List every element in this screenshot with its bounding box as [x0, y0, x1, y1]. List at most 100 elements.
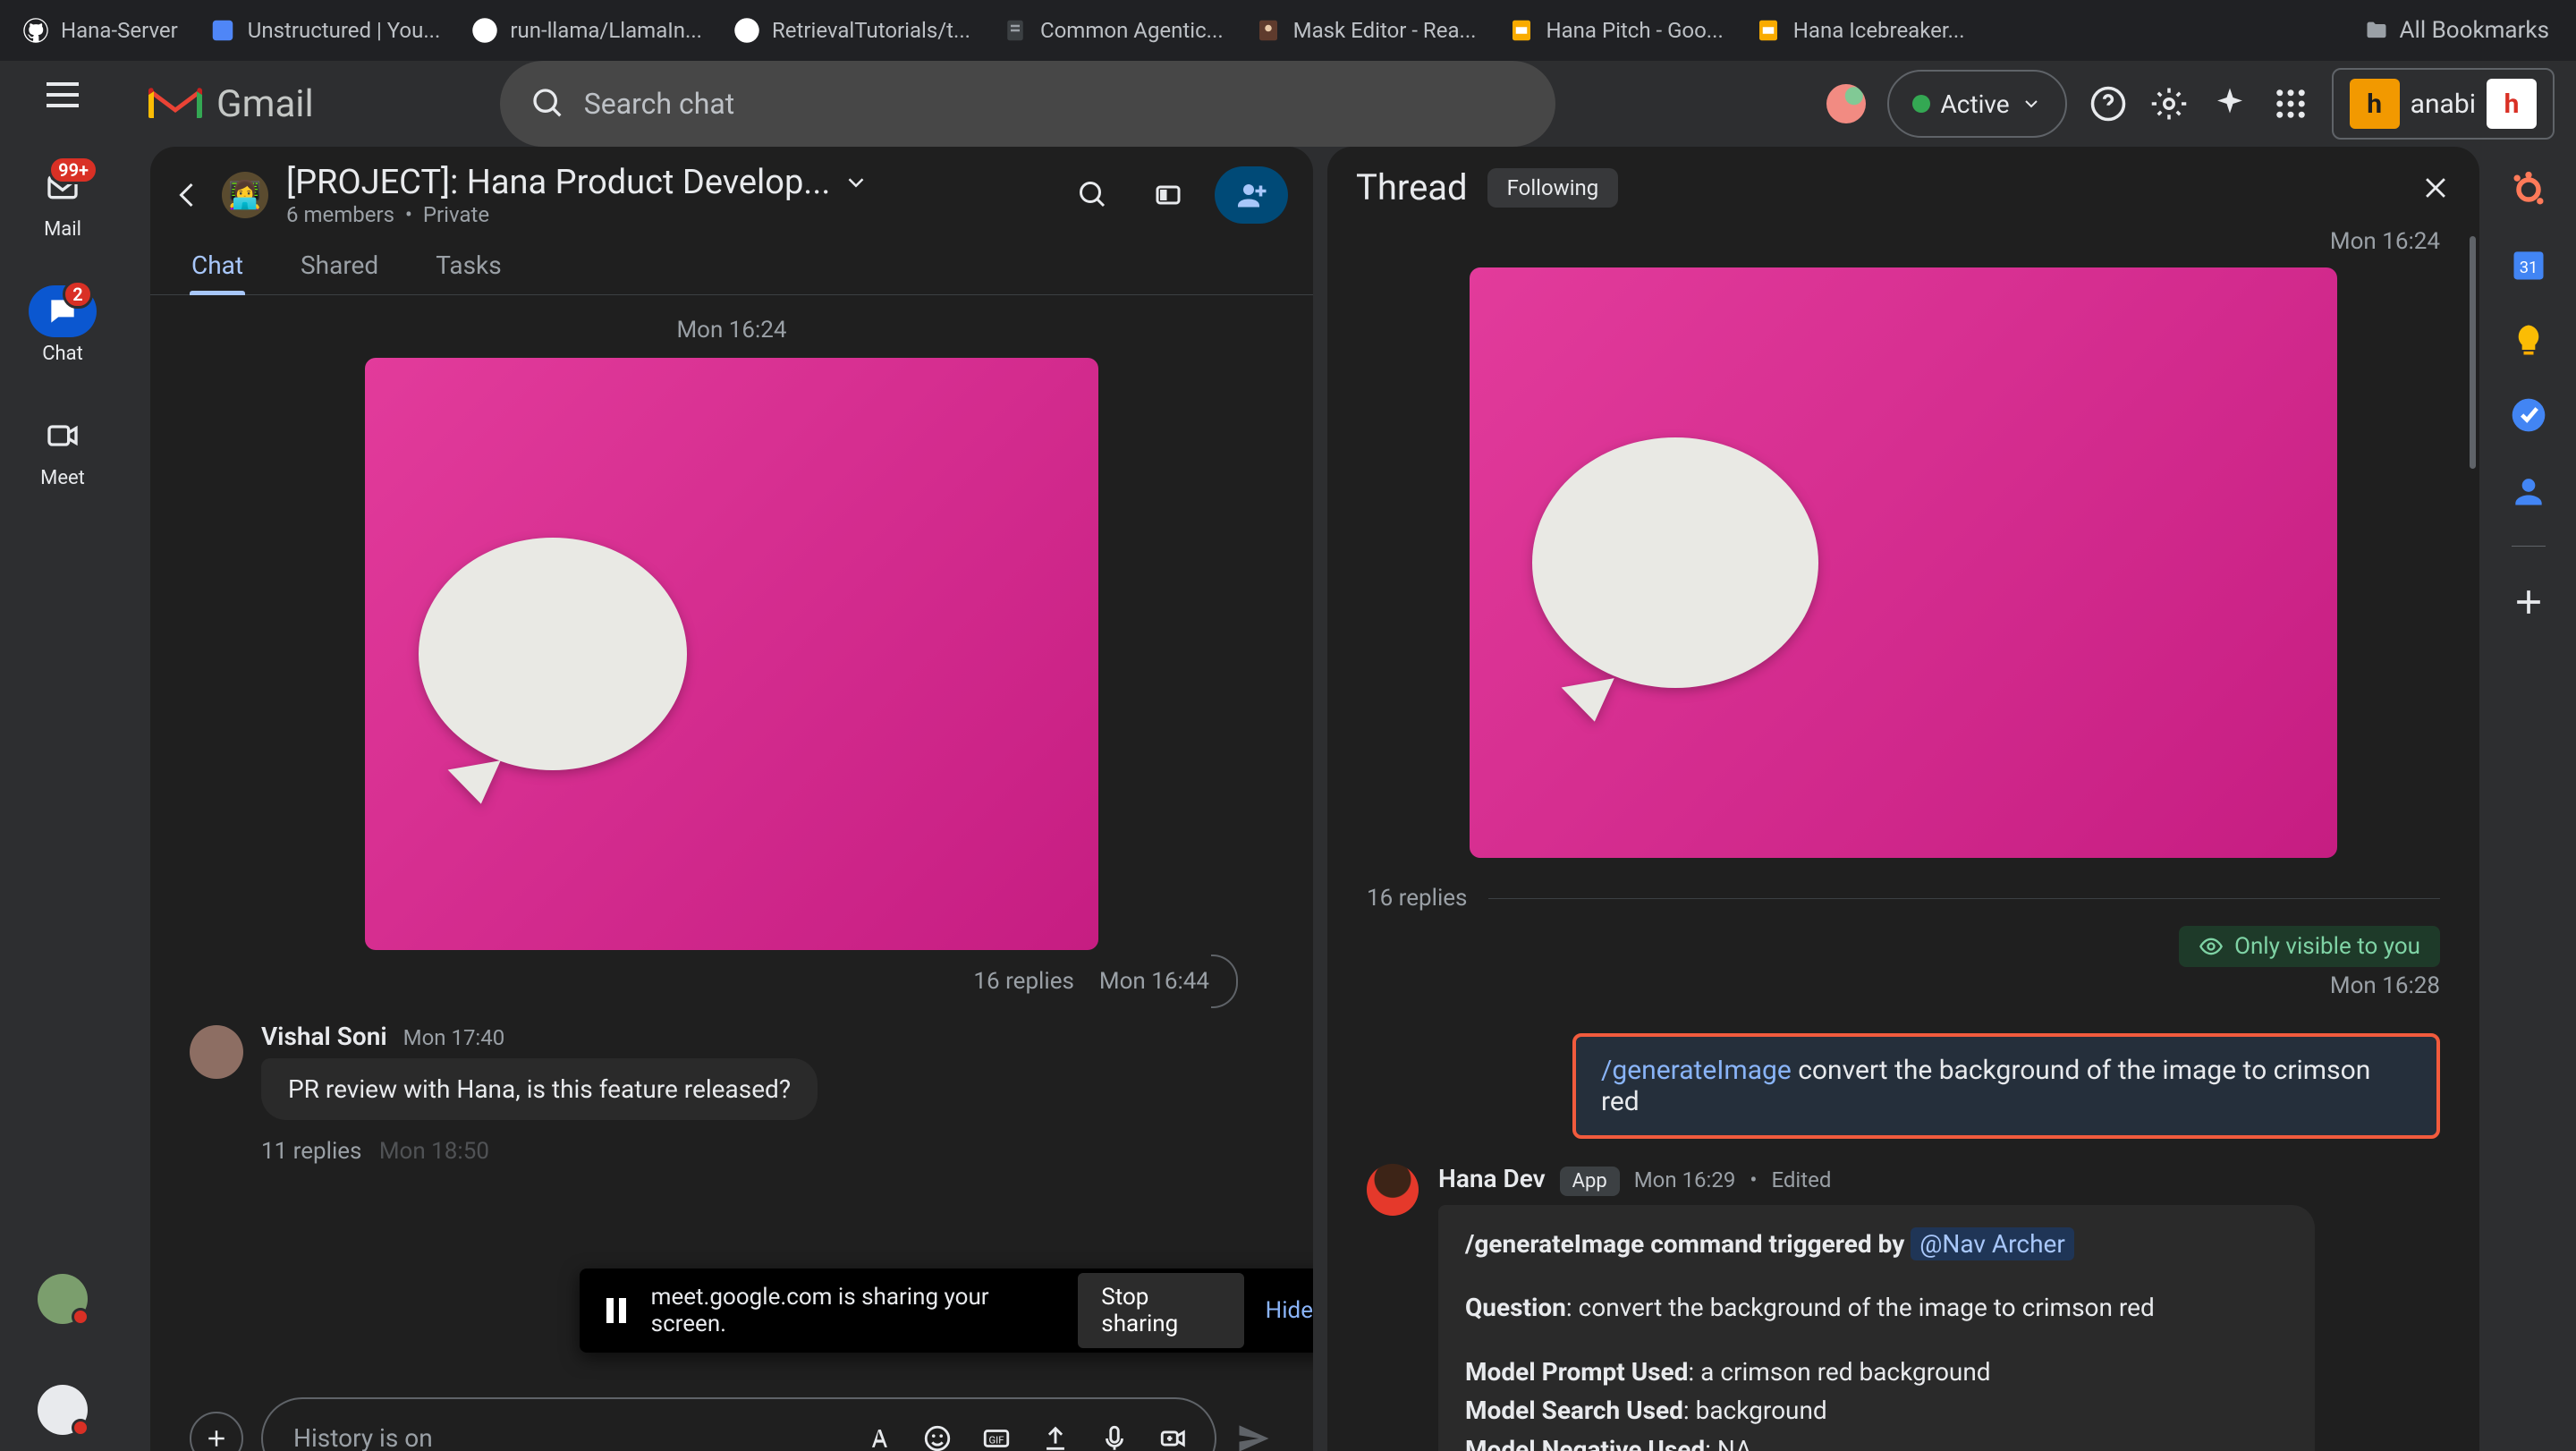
thread-panel: Thread Following Mon 16:24 16 replies	[1327, 147, 2479, 1451]
stop-sharing-button[interactable]: Stop sharing	[1078, 1273, 1243, 1348]
app-author: Hana Dev	[1438, 1164, 1546, 1193]
compose-input[interactable]: History is on GIF	[261, 1397, 1216, 1451]
account-chip[interactable]	[1826, 84, 1866, 123]
back-button[interactable]	[172, 179, 204, 211]
github-icon	[470, 16, 499, 45]
browser-tab[interactable]: Common Agentic...	[988, 7, 1236, 54]
settings-button[interactable]	[2149, 84, 2189, 123]
compose-placeholder: History is on	[293, 1423, 844, 1451]
rail-mail-label: Mail	[44, 218, 81, 241]
mention[interactable]: @Nav Archer	[1911, 1227, 2074, 1260]
mnu-label: Model Negative Used	[1465, 1435, 1705, 1451]
slides-icon	[1507, 16, 1536, 45]
browser-tab[interactable]: Unstructured | You...	[196, 7, 453, 54]
thread-reply-count: 16 replies	[1367, 885, 1467, 912]
close-thread-button[interactable]	[2420, 173, 2451, 203]
screen-share-toast: meet.google.com is sharing your screen. …	[580, 1269, 1313, 1353]
eye-icon	[2199, 934, 2224, 959]
message-author: Vishal Soni	[261, 1022, 387, 1051]
calendar-icon[interactable]: 31	[2509, 245, 2548, 284]
app-message: Hana Dev App Mon 16:29 • Edited /generat…	[1367, 1164, 2440, 1451]
gmail-brand[interactable]: Gmail	[147, 82, 314, 126]
tab-shared[interactable]: Shared	[299, 236, 380, 294]
rail-meet[interactable]: Meet	[0, 410, 125, 489]
tab-label: Hana-Server	[61, 18, 178, 43]
main-menu-button[interactable]	[41, 73, 84, 116]
video-button[interactable]	[1148, 1413, 1199, 1451]
bookmarks-label: All Bookmarks	[2400, 17, 2549, 44]
compose-add-button[interactable]	[190, 1412, 243, 1451]
search-input[interactable]	[584, 87, 1525, 121]
thread-scrollbar[interactable]	[2470, 236, 2476, 469]
browser-tab[interactable]: Hana Pitch - Goo...	[1495, 7, 1736, 54]
app-header: Gmail Active h anabi h	[125, 61, 2576, 147]
svg-text:31: 31	[2520, 259, 2538, 277]
rail-mail[interactable]: 99+ Mail	[0, 161, 125, 241]
space-title: [PROJECT]: Hana Product Develop...	[286, 163, 830, 202]
app-line1-prefix: /generateImage command triggered by	[1465, 1229, 1911, 1259]
tab-label: Common Agentic...	[1040, 18, 1224, 43]
mic-button[interactable]	[1089, 1413, 1140, 1451]
send-button[interactable]	[1234, 1419, 1274, 1451]
svg-text:GIF: GIF	[988, 1434, 1004, 1447]
space-tabs: Chat Shared Tasks	[150, 236, 1313, 295]
presence-selector[interactable]: Active	[1887, 70, 2067, 138]
pop-out-button[interactable]	[1140, 166, 1197, 224]
question-label: Question	[1465, 1293, 1566, 1322]
chevron-down-icon[interactable]	[843, 169, 869, 196]
chat-badge: 2	[63, 280, 93, 309]
keep-icon[interactable]	[2509, 320, 2548, 360]
tab-label: Unstructured | You...	[248, 18, 441, 43]
thread-title: Thread	[1356, 166, 1468, 208]
browser-tab[interactable]: Hana Icebreaker...	[1741, 7, 1978, 54]
following-badge[interactable]: Following	[1487, 168, 1619, 208]
rail-user-avatar[interactable]	[38, 1274, 88, 1324]
rail-user-avatar-alt[interactable]	[38, 1385, 88, 1435]
add-people-button[interactable]	[1215, 166, 1288, 224]
search-icon	[530, 86, 566, 122]
gif-button[interactable]: GIF	[971, 1413, 1021, 1451]
tasks-icon[interactable]	[2509, 395, 2548, 435]
all-bookmarks[interactable]: All Bookmarks	[2364, 17, 2567, 44]
thread-image[interactable]	[1470, 267, 2337, 858]
presence-dot-icon	[1912, 95, 1930, 113]
help-button[interactable]	[2089, 84, 2128, 123]
only-visible-ts: Mon 16:28	[1367, 972, 2440, 999]
tab-chat[interactable]: Chat	[190, 236, 245, 294]
reply-count[interactable]: 11 replies	[261, 1138, 361, 1165]
add-addon-button[interactable]	[2509, 582, 2548, 622]
contacts-icon[interactable]	[2509, 471, 2548, 510]
sparkle-button[interactable]	[2210, 84, 2250, 123]
pause-icon[interactable]	[606, 1298, 630, 1323]
emoji-button[interactable]	[912, 1413, 962, 1451]
tab-tasks[interactable]: Tasks	[434, 236, 504, 294]
google-apps-button[interactable]	[2271, 84, 2310, 123]
format-button[interactable]	[853, 1413, 903, 1451]
compose-row: History is on GIF	[150, 1376, 1313, 1451]
reply-count[interactable]: 16 replies	[973, 968, 1073, 995]
thread-timestamp: Mon 16:24	[1367, 228, 2440, 255]
search-bar[interactable]	[500, 61, 1555, 147]
brand-square-alt-icon: h	[2487, 79, 2537, 129]
browser-tab[interactable]: RetrievalTutorials/t...	[720, 7, 983, 54]
question-text: : convert the background of the image to…	[1566, 1293, 2155, 1322]
search-in-space-button[interactable]	[1064, 166, 1122, 224]
space-panel: 👩‍💻 [PROJECT]: Hana Product Develop... 6…	[150, 147, 1313, 1451]
msu-text: : background	[1683, 1396, 1827, 1425]
browser-tab[interactable]: Mask Editor - Rea...	[1241, 7, 1489, 54]
meet-icon	[45, 418, 80, 454]
avatar	[190, 1025, 243, 1079]
browser-tab[interactable]: Hana-Server	[9, 7, 191, 54]
browser-tab[interactable]: run-llama/LlamaIn...	[458, 7, 715, 54]
stream-timestamp: Mon 16:24	[190, 317, 1274, 344]
workspace-brand[interactable]: h anabi h	[2332, 68, 2555, 140]
hide-toast-button[interactable]: Hide	[1266, 1297, 1313, 1324]
space-avatar: 👩‍💻	[222, 172, 268, 218]
message-image[interactable]	[365, 358, 1098, 950]
rail-chat[interactable]: 2 Chat	[0, 285, 125, 365]
speech-bubble-shape-icon	[419, 538, 687, 770]
hubspot-icon[interactable]	[2509, 170, 2548, 209]
portrait-icon	[1254, 16, 1283, 45]
upload-button[interactable]	[1030, 1413, 1080, 1451]
tab-label: Mask Editor - Rea...	[1293, 18, 1477, 43]
